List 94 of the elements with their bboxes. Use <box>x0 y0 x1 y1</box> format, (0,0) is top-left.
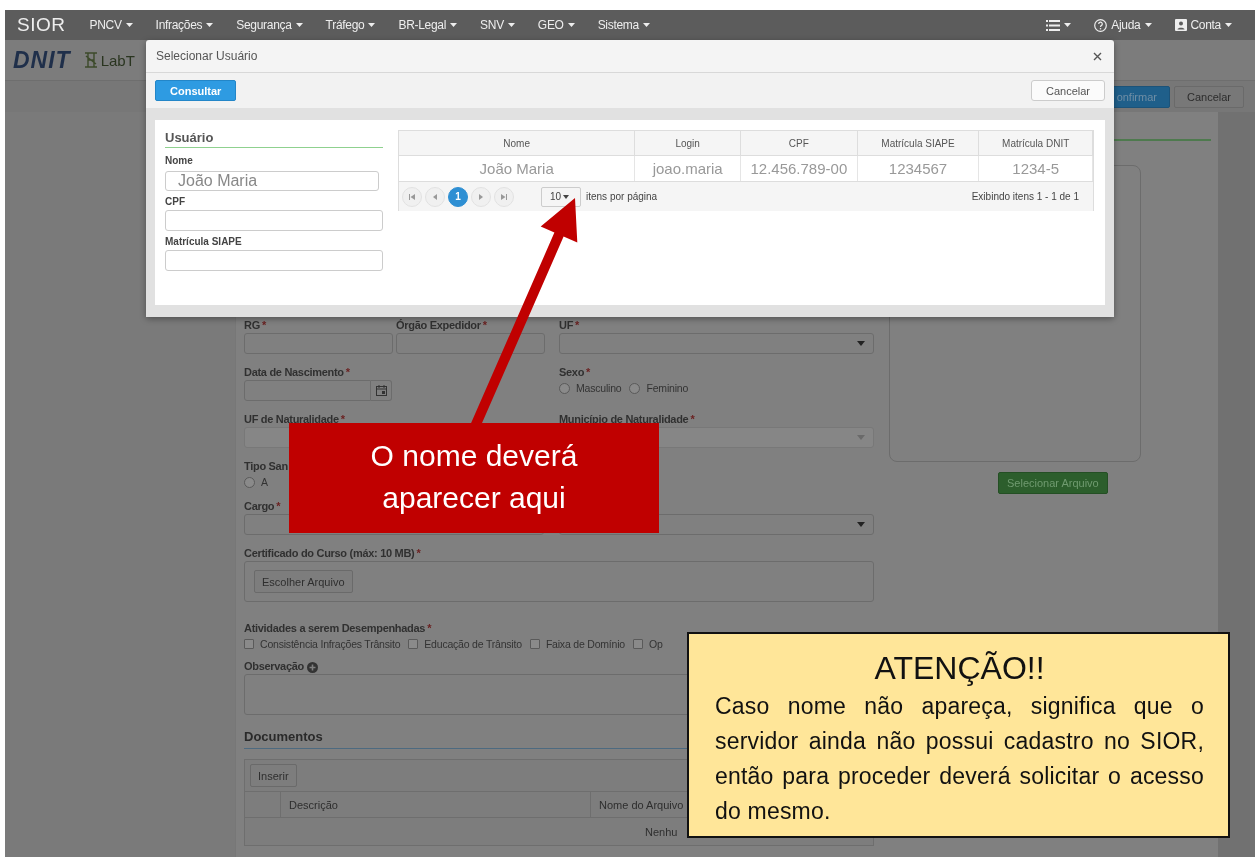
caret-icon <box>567 23 575 27</box>
previous-icon <box>433 193 437 200</box>
help-icon <box>1094 18 1108 32</box>
next-page-button[interactable] <box>471 186 491 207</box>
field-label: Cargo * <box>244 500 281 514</box>
nav-menu[interactable]: Segurança <box>236 18 303 32</box>
callout-tooltip: O nome deverá aparecer aqui <box>289 423 659 533</box>
cancel-button[interactable]: Cancelar <box>1173 85 1244 108</box>
list-icon <box>1046 19 1061 31</box>
add-icon[interactable] <box>307 661 318 673</box>
previous-page-button[interactable] <box>425 186 445 207</box>
account-menu[interactable]: Conta <box>1175 18 1232 32</box>
first-page-button[interactable] <box>402 186 422 207</box>
last-page-button[interactable] <box>494 186 514 207</box>
field-label: Certificado do Curso (máx: 10 MB) * <box>244 547 421 561</box>
close-icon[interactable] <box>1093 51 1102 61</box>
filter-title: Usuário <box>165 130 383 148</box>
column-header: Login <box>635 131 741 156</box>
checkbox[interactable] <box>529 639 540 649</box>
nav-menu[interactable]: Infrações <box>155 18 214 32</box>
calendar-button[interactable] <box>371 380 392 401</box>
checkbox-label: Faixa de Domínio <box>545 638 625 650</box>
caret-icon <box>125 23 133 27</box>
caret-icon <box>368 23 376 27</box>
nav-menu[interactable]: BR-Legal <box>398 18 458 32</box>
dnit-logo: DNIT <box>13 46 71 74</box>
field-label: RG * <box>244 319 266 333</box>
field-label: Sexo * <box>559 366 591 380</box>
radio-label: Feminino <box>646 382 689 394</box>
search-button[interactable]: Consultar <box>155 80 237 101</box>
field-label: CPF <box>165 196 186 209</box>
field-label: Tipo San <box>244 460 288 474</box>
page-size-label: itens por página <box>586 191 658 202</box>
field-label: Nome <box>165 155 194 168</box>
checkbox[interactable] <box>632 639 643 649</box>
column-header: Matrícula DNIT <box>979 131 1093 156</box>
warning-title: ATENÇÃO!! <box>873 650 1046 687</box>
radio-label: Masculino <box>576 382 622 394</box>
caret-icon <box>450 23 458 27</box>
checkbox-label: Educação de Trânsito <box>424 638 522 650</box>
field-label: Observação <box>244 660 304 674</box>
select-field[interactable] <box>559 333 874 354</box>
insert-button[interactable]: Inserir <box>250 764 297 787</box>
empty-message: Nenhu <box>645 825 678 838</box>
checkbox-label: Consistência Infrações Trânsito <box>260 638 401 650</box>
input-field[interactable] <box>396 333 545 354</box>
caret-icon <box>857 522 865 527</box>
caret-icon <box>857 435 865 440</box>
radio-button[interactable] <box>629 382 641 394</box>
help-menu[interactable]: Ajuda <box>1094 18 1153 32</box>
checkbox[interactable] <box>408 639 419 649</box>
column-header: Nome <box>399 131 636 156</box>
nav-menu[interactable]: Sistema <box>597 18 650 32</box>
column-header: Nome do Arquivo <box>598 797 685 813</box>
checkbox-label: Op <box>648 638 663 650</box>
caret-icon <box>1064 23 1072 27</box>
radio-button[interactable] <box>559 382 570 394</box>
nav-menu[interactable]: Tráfego <box>325 18 376 32</box>
input-field[interactable]: João Maria <box>165 171 379 191</box>
page-button[interactable]: 1 <box>448 186 468 207</box>
list-menu-button[interactable] <box>1046 19 1072 31</box>
sior-logo[interactable]: SIOR <box>17 14 66 36</box>
last-page-icon <box>501 193 507 200</box>
user-card-icon <box>1175 19 1188 31</box>
nav-menu[interactable]: PNCV <box>89 18 133 32</box>
lab-logo-icon <box>82 51 99 69</box>
pager-summary: Exibindo itens 1 - 1 de 1 <box>971 191 1079 202</box>
caret-icon <box>507 23 515 27</box>
choose-file-button[interactable]: Escolher Arquivo <box>254 570 353 593</box>
caret-icon <box>642 23 650 27</box>
next-icon <box>479 193 483 200</box>
radio-label: A <box>261 476 268 488</box>
radio-button[interactable] <box>244 476 255 488</box>
dialog-title: Selecionar Usuário <box>156 49 258 63</box>
field-label: Órgão Expedidor * <box>396 319 487 333</box>
first-page-icon <box>409 193 415 200</box>
caret-icon <box>857 341 865 346</box>
nav-menu[interactable]: GEO <box>537 18 575 32</box>
field-label: Atividades a serem Desempenhadas * <box>244 622 432 636</box>
cancel-button[interactable]: Cancelar <box>1030 80 1105 101</box>
caret-icon <box>206 23 214 27</box>
column-header: CPF <box>741 131 858 156</box>
lab-logo: LabT <box>100 51 135 69</box>
caret-icon <box>1145 23 1153 27</box>
caret-icon <box>295 23 303 27</box>
field-label: Matrícula SIAPE <box>165 236 243 249</box>
column-header: Descrição <box>281 792 591 817</box>
calendar-icon <box>375 385 387 396</box>
field-label: Data de Nascimento * <box>244 366 350 380</box>
column-header: Matrícula SIAPE <box>857 131 980 156</box>
field-label: UF * <box>559 319 580 333</box>
nav-menu[interactable]: SNV <box>480 18 515 32</box>
checkbox[interactable] <box>244 639 254 649</box>
caret-icon <box>1225 23 1232 27</box>
